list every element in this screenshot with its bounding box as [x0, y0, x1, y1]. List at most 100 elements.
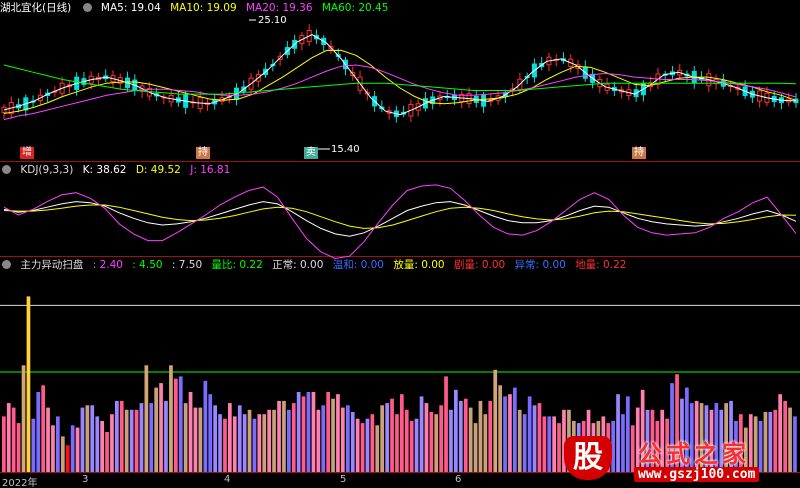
- scan-bar: [537, 403, 542, 472]
- scan-bar: [414, 418, 419, 472]
- price-panel: 25.10 15.40: [0, 15, 800, 473]
- scan-bar: [144, 365, 149, 472]
- x-axis-label: 6: [455, 474, 462, 485]
- ma60-readout: MA60: 20.45: [321, 2, 389, 14]
- scan-bar: [542, 416, 547, 472]
- ma20-readout: MA20: 19.36: [245, 2, 313, 14]
- scan-bar: [193, 407, 198, 472]
- scan-bar: [508, 394, 512, 472]
- scan-bar: [237, 405, 242, 472]
- settings-dot-icon[interactable]: [2, 260, 11, 269]
- scan-bar: [183, 403, 188, 472]
- scan-bar: [434, 414, 439, 472]
- kdj-k-readout: K: 38.62: [82, 164, 127, 176]
- stock-name: 湖北宜化(日线): [0, 2, 72, 14]
- scan-bar: [26, 296, 31, 472]
- kdj-j-readout: J: 16.81: [190, 164, 231, 176]
- scan-bar: [400, 394, 404, 472]
- scan-bar: [336, 394, 340, 472]
- kdj-line-j: [3, 184, 797, 260]
- scan-bar: [90, 405, 95, 472]
- signal-label: 持: [632, 147, 646, 159]
- signal-label: 持: [196, 147, 210, 159]
- scan-bar: [419, 396, 424, 472]
- scan-bar: [41, 385, 45, 472]
- scan-bar: [129, 409, 134, 472]
- scan-bar: [228, 403, 232, 472]
- low-price-label: 15.40: [331, 144, 360, 155]
- watermark-badge: 股: [564, 436, 612, 480]
- scan-bar: [296, 392, 301, 472]
- scan-bar: [331, 398, 335, 472]
- watermark-url: www.gszj100.com: [634, 467, 760, 482]
- scan-bar: [134, 409, 139, 472]
- scan-bar: [463, 398, 468, 472]
- scan-bar: [513, 387, 517, 472]
- scan-bar: [291, 403, 296, 472]
- scan-bar: [287, 409, 291, 472]
- scan-bar: [404, 409, 409, 472]
- scan-bar: [252, 418, 257, 472]
- scan-bar: [51, 425, 55, 472]
- settings-dot-icon[interactable]: [82, 3, 92, 12]
- main-header: 湖北宜化(日线) MA5: 19.04 MA10: 19.09 MA20: 19…: [0, 1, 394, 15]
- kdj-header: KDJ(9,3,3) K: 38.62 D: 49.52 J: 16.81: [0, 163, 236, 177]
- scan-bar: [262, 414, 267, 472]
- scan-bar: [178, 376, 183, 472]
- chart-window: 25.10 15.40 湖北宜化(日线) MA5: 19.04 MA10: 19…: [0, 0, 800, 488]
- ma-line-ma5: [3, 34, 797, 116]
- scan-bar: [439, 405, 443, 472]
- scan-bar: [56, 416, 60, 472]
- scan-bar: [326, 392, 330, 472]
- scan-bar: [355, 418, 360, 472]
- ma5-readout: MA5: 19.04: [100, 2, 161, 14]
- kdj-name: KDJ(9,3,3): [20, 164, 74, 176]
- scan-bar: [188, 392, 193, 472]
- scan-bar: [223, 418, 227, 472]
- scan-bar: [159, 383, 163, 472]
- scan-bar: [105, 432, 109, 472]
- watermark-title: 公式之家: [638, 439, 750, 468]
- scan-bar: [169, 365, 173, 472]
- scan-bar: [478, 400, 483, 472]
- scan-bar: [321, 405, 326, 472]
- scan-bar: [70, 425, 75, 472]
- moving-average-lines: [3, 34, 797, 121]
- scan-bar: [247, 409, 252, 472]
- scan-bar: [277, 400, 281, 472]
- scan-bar: [95, 416, 100, 472]
- scan-bar: [306, 392, 311, 472]
- scan-bar: [110, 414, 114, 472]
- scan-bar: [360, 423, 365, 472]
- scan-bar: [316, 409, 321, 472]
- kdj-d-readout: D: 49.52: [135, 164, 181, 176]
- scan-bar: [503, 396, 507, 472]
- scan-bar: [346, 405, 350, 472]
- scan-bar: [380, 405, 384, 472]
- x-axis-label: 2022年: [2, 478, 38, 488]
- scan-bar: [454, 389, 458, 472]
- scan-bar: [517, 409, 522, 472]
- scan-bar: [444, 376, 448, 472]
- scan-bar: [488, 400, 493, 472]
- scan-bar: [459, 400, 463, 472]
- scan-bar: [115, 400, 119, 472]
- scan-bar: [522, 414, 527, 472]
- scan-bar: [242, 414, 247, 472]
- scan-bar: [36, 392, 41, 472]
- settings-dot-icon[interactable]: [2, 165, 11, 174]
- scan-bar: [365, 418, 370, 472]
- scan-bar: [483, 414, 488, 472]
- scan-v1: : 2.40: [92, 259, 123, 271]
- scan-bar: [100, 420, 104, 472]
- kdj-lines: [3, 184, 797, 260]
- scan-bar: [341, 407, 345, 472]
- scan-bar: [498, 385, 502, 472]
- high-price-label: 25.10: [258, 15, 287, 26]
- signal-label: 卖: [304, 147, 318, 159]
- kdj-line-k: [3, 201, 797, 237]
- scan-bar: [16, 423, 21, 472]
- scan-bar: [311, 392, 316, 472]
- ma-line-ma10: [3, 49, 797, 114]
- scan-bar: [473, 423, 478, 472]
